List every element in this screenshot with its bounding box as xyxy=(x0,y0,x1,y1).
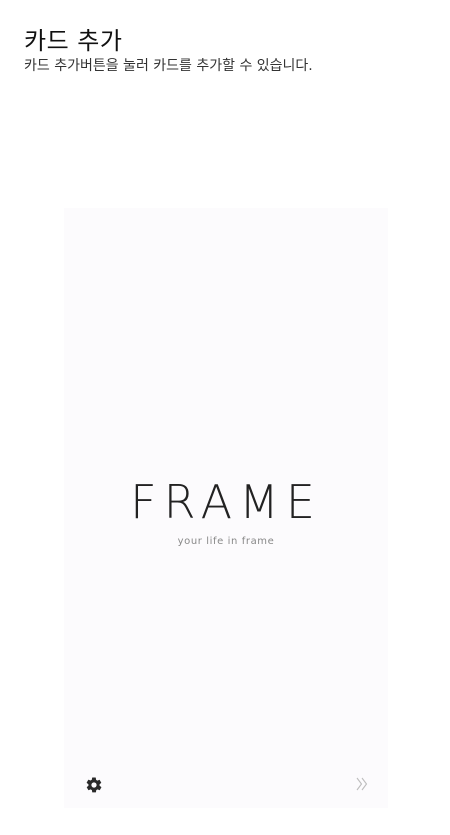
brand-tagline: your life in frame xyxy=(177,536,275,547)
page-title: 카드 추가 xyxy=(24,27,123,55)
gear-icon xyxy=(86,777,102,793)
screen: 카드 추가 카드 추가버튼을 눌러 카드를 추가할 수 있습니다. FRAME … xyxy=(0,0,450,835)
settings-button[interactable] xyxy=(84,775,104,795)
double-chevron-right-icon xyxy=(356,777,368,791)
next-button[interactable] xyxy=(354,774,370,794)
brand: FRAME your life in frame xyxy=(64,476,388,547)
card-preview[interactable]: FRAME your life in frame xyxy=(64,208,388,808)
page-subtitle: 카드 추가버튼을 눌러 카드를 추가할 수 있습니다. xyxy=(24,58,313,74)
header: 카드 추가 카드 추가버튼을 눌러 카드를 추가할 수 있습니다. xyxy=(24,26,430,76)
brand-name-text: FRAME xyxy=(130,475,322,529)
brand-name: FRAME xyxy=(64,476,388,528)
